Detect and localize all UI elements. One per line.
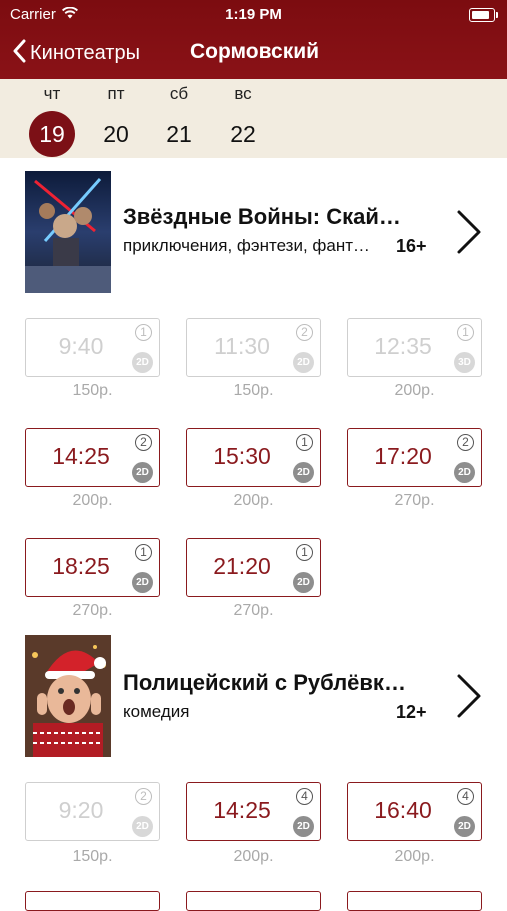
session-time: 21:20 [213, 553, 271, 579]
movie-genre: комедия [123, 702, 190, 721]
movie-genre: приключения, фэнтези, фантастика [123, 236, 373, 255]
session-time: 11:30 [214, 333, 270, 359]
age-rating: 12+ [396, 702, 427, 722]
day-number: 20 [103, 121, 129, 147]
day-of-week: вс [234, 84, 252, 103]
session-price: 200р. [394, 848, 435, 865]
hall-number: 1 [135, 544, 152, 561]
session-time: 9:40 [58, 333, 104, 359]
hall-number: 1 [457, 324, 474, 341]
age-rating: 16+ [396, 236, 427, 256]
hall-number: 2 [457, 434, 474, 451]
session-price: 150р. [233, 382, 274, 399]
hall-number: 2 [135, 788, 152, 805]
session-price: 200р. [394, 382, 435, 399]
movie-title[interactable]: Звёздные Войны: Скайуокер. Восход [123, 204, 408, 230]
session-time: 9:20 [58, 797, 104, 823]
session-button[interactable] [347, 891, 482, 911]
page-title: Сормовский [190, 40, 320, 63]
session-time: 14:25 [52, 443, 110, 469]
session-time: 16:40 [374, 797, 432, 823]
chevron-left-icon [12, 39, 26, 68]
session-button[interactable]: 17:20 2 2D [347, 428, 482, 487]
session-button[interactable]: 9:40 1 2D [25, 318, 160, 377]
session-button[interactable]: 15:30 1 2D [186, 428, 321, 487]
session-price: 200р. [233, 492, 274, 509]
session-button[interactable] [186, 891, 321, 911]
session-price: 270р. [233, 602, 274, 619]
session-price: 150р. [72, 382, 113, 399]
back-button-label: Кинотеатры [30, 41, 140, 64]
chevron-right-icon[interactable] [452, 209, 484, 260]
battery-icon [469, 8, 498, 22]
day-of-week: чт [43, 84, 61, 103]
session-price: 150р. [72, 848, 113, 865]
day-tab-22[interactable]: вс 22 [218, 79, 268, 157]
session-button[interactable]: 14:25 4 2D [186, 782, 321, 841]
session-time: 12:35 [374, 333, 432, 359]
back-button[interactable]: Кинотеатры [12, 38, 140, 68]
format-badge: 2D [454, 816, 475, 837]
session-button[interactable]: 12:35 1 3D [347, 318, 482, 377]
hall-number: 1 [296, 544, 313, 561]
day-number: 19 [29, 111, 75, 157]
chevron-right-icon[interactable] [452, 673, 484, 724]
day-of-week: сб [169, 84, 189, 103]
hall-number: 1 [296, 434, 313, 451]
clock: 1:19 PM [225, 6, 282, 23]
day-of-week: пт [107, 84, 125, 103]
format-badge: 3D [454, 352, 475, 373]
session-price: 200р. [72, 492, 113, 509]
format-badge: 2D [293, 462, 314, 483]
hall-number: 4 [296, 788, 313, 805]
format-badge: 2D [293, 572, 314, 593]
session-time: 15:30 [213, 443, 271, 469]
format-badge: 2D [132, 816, 153, 837]
hall-number: 1 [135, 324, 152, 341]
session-button[interactable] [25, 891, 160, 911]
format-badge: 2D [132, 572, 153, 593]
status-bar: Carrier 1:19 PM [0, 0, 507, 28]
session-price: 270р. [394, 492, 435, 509]
session-button[interactable]: 16:40 4 2D [347, 782, 482, 841]
format-badge: 2D [132, 352, 153, 373]
day-tab-19[interactable]: чт 19 [27, 79, 77, 157]
movie-title[interactable]: Полицейский с Рублёвки. Новогодний беспр… [123, 670, 408, 696]
hall-number: 4 [457, 788, 474, 805]
hall-number: 2 [296, 324, 313, 341]
movie-poster[interactable] [25, 635, 111, 757]
day-number: 22 [230, 121, 256, 147]
session-button[interactable]: 11:30 2 2D [186, 318, 321, 377]
format-badge: 2D [293, 352, 314, 373]
session-time: 14:25 [213, 797, 271, 823]
movie-poster[interactable] [25, 171, 111, 293]
session-price: 200р. [233, 848, 274, 865]
format-badge: 2D [293, 816, 314, 837]
format-badge: 2D [454, 462, 475, 483]
day-tab-21[interactable]: сб 21 [154, 79, 204, 157]
session-time: 17:20 [374, 443, 432, 469]
format-badge: 2D [132, 462, 153, 483]
day-tab-20[interactable]: пт 20 [91, 79, 141, 157]
session-button[interactable]: 14:25 2 2D [25, 428, 160, 487]
session-time: 18:25 [52, 553, 110, 579]
session-button[interactable]: 9:20 2 2D [25, 782, 160, 841]
session-button[interactable]: 21:20 1 2D [186, 538, 321, 597]
hall-number: 2 [135, 434, 152, 451]
day-number: 21 [166, 121, 192, 147]
date-selector: чт 19 пт 20 сб 21 вс 22 [0, 79, 507, 158]
session-button[interactable]: 18:25 1 2D [25, 538, 160, 597]
session-price: 270р. [72, 602, 113, 619]
navigation-bar: Carrier 1:19 PM Кинотеатры Сормовский [0, 0, 507, 79]
